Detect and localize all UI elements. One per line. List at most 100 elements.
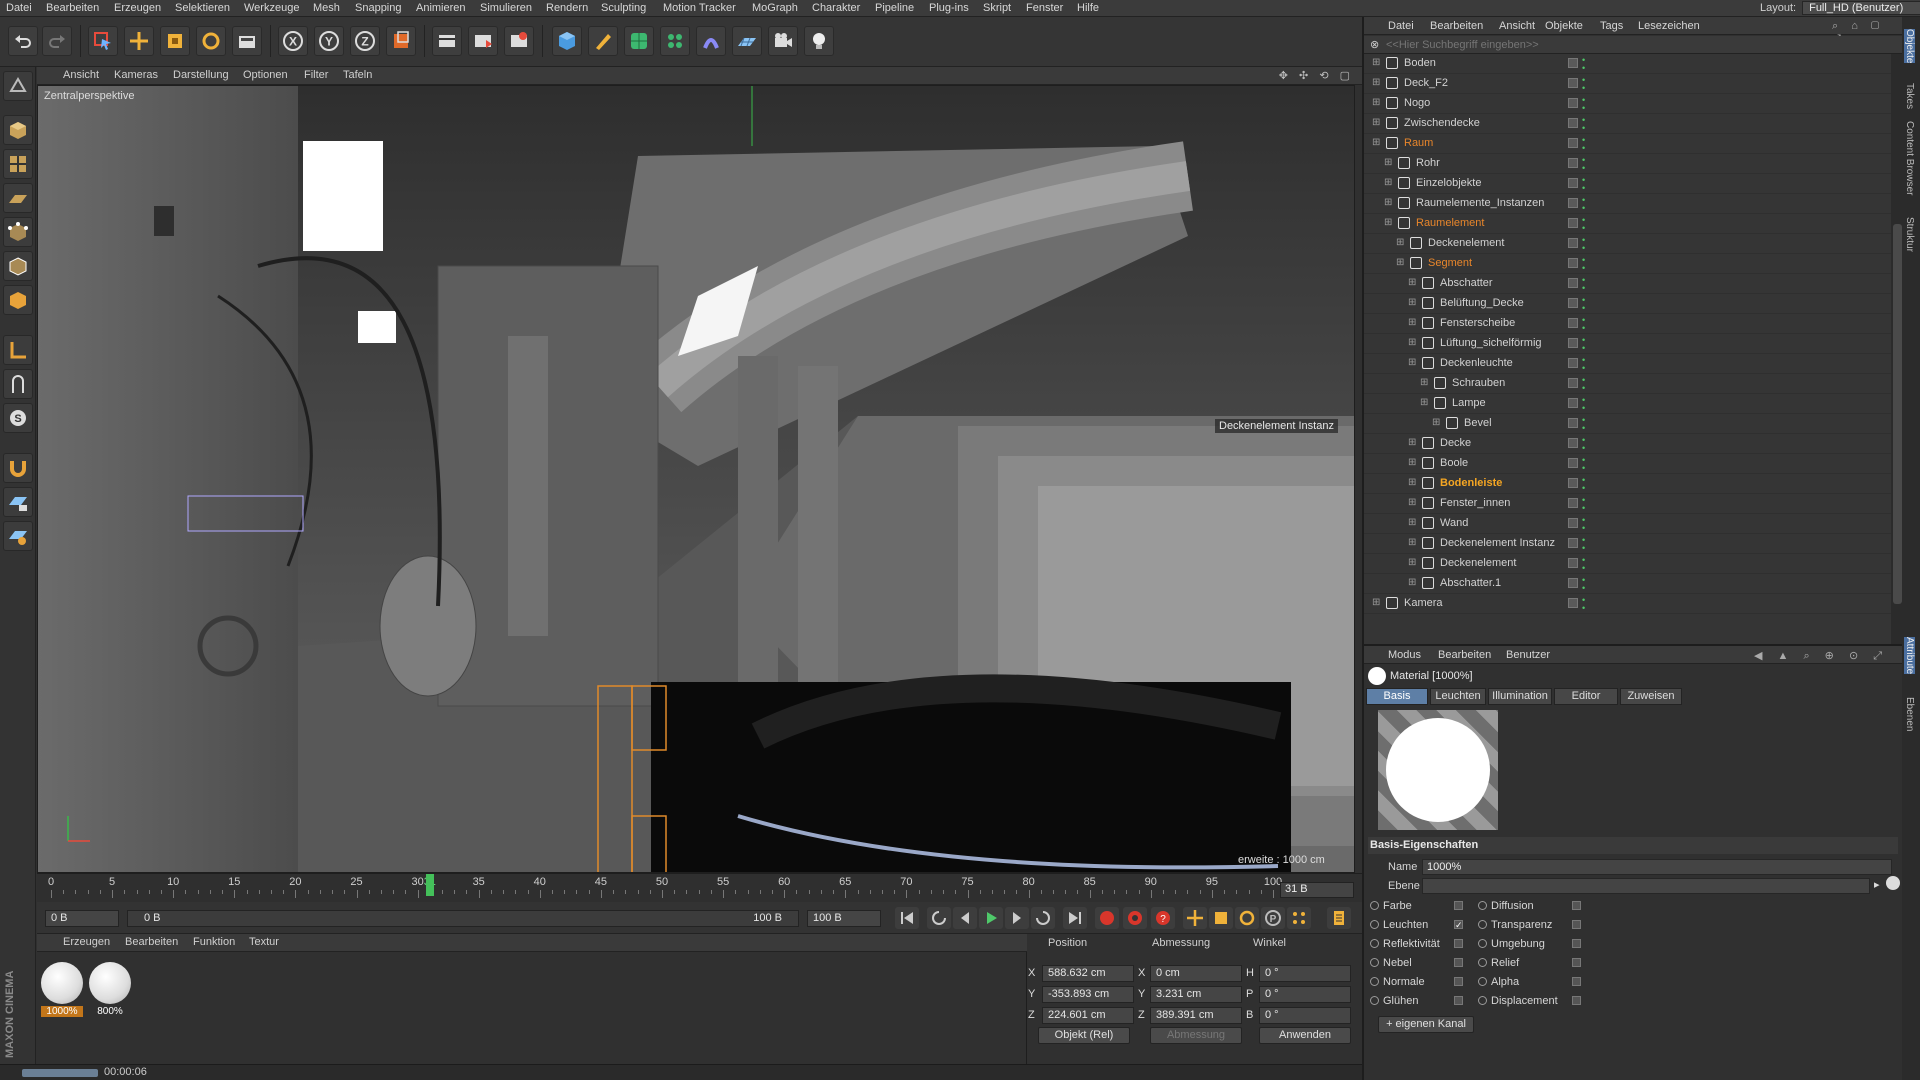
object-row[interactable]: ⊞ Decke • • xyxy=(1364,434,1891,454)
layout-selector[interactable]: Layout: Full_HD (Benutzer) xyxy=(1760,1,1920,15)
vp-menu-filter[interactable]: Filter xyxy=(304,69,328,81)
expand-toggle-icon[interactable]: ⊞ xyxy=(1408,437,1416,448)
object-row[interactable]: ⊞ Lampe • • xyxy=(1364,394,1891,414)
channel-normale[interactable]: Normale xyxy=(1370,976,1463,988)
start-frame-field[interactable]: 0 B xyxy=(45,910,119,927)
layout-value[interactable]: Full_HD (Benutzer) xyxy=(1802,1,1920,15)
layer-visibility-icon[interactable] xyxy=(1568,438,1578,448)
texture-mode-icon[interactable] xyxy=(3,149,33,179)
object-row[interactable]: ⊞ Schrauben • • xyxy=(1364,374,1891,394)
magnet-icon[interactable] xyxy=(3,453,33,483)
attr-nav-icons[interactable]: ◀ ▲ ⌕ ⊕ ⊙ ⤢ xyxy=(1754,649,1888,663)
object-row[interactable]: ⊞ Fensterscheibe • • xyxy=(1364,314,1891,334)
object-row[interactable]: ⊞ Bodenleiste • • xyxy=(1364,474,1891,494)
object-name[interactable]: Deckenleuchte xyxy=(1440,357,1513,369)
mat-menu-funktion[interactable]: Funktion xyxy=(193,936,235,948)
prev-key-icon[interactable] xyxy=(927,907,951,929)
menu-fenster[interactable]: Fenster xyxy=(1026,2,1063,14)
layer-visibility-icon[interactable] xyxy=(1568,78,1578,88)
expand-toggle-icon[interactable]: ⊞ xyxy=(1372,77,1380,88)
go-to-end-icon[interactable] xyxy=(1063,907,1087,929)
menu-skript[interactable]: Skript xyxy=(983,2,1011,14)
visibility-dots-icon[interactable]: • • xyxy=(1582,56,1585,73)
channel-displacement[interactable]: Displacement xyxy=(1478,995,1581,1007)
select-icon[interactable] xyxy=(88,26,118,56)
side-tab-takes[interactable]: Takes xyxy=(1904,83,1915,109)
visibility-dots-icon[interactable]: • • xyxy=(1582,556,1585,573)
object-row[interactable]: ⊞ Abschatter • • xyxy=(1364,274,1891,294)
layer-visibility-icon[interactable] xyxy=(1568,418,1578,428)
lock-workplane-icon[interactable] xyxy=(3,487,33,517)
object-name[interactable]: Raumelemente_Instanzen xyxy=(1416,197,1544,209)
layer-visibility-icon[interactable] xyxy=(1568,498,1578,508)
visibility-dots-icon[interactable]: • • xyxy=(1582,416,1585,433)
object-name[interactable]: Deckenelement xyxy=(1428,237,1504,249)
tab-basis[interactable]: Basis xyxy=(1366,688,1428,705)
expand-toggle-icon[interactable]: ⊞ xyxy=(1408,357,1416,368)
layer-visibility-icon[interactable] xyxy=(1568,138,1578,148)
tab-illumination[interactable]: Illumination xyxy=(1488,688,1552,705)
attr-menu-bearbeiten[interactable]: Bearbeiten xyxy=(1438,649,1491,661)
layer-visibility-icon[interactable] xyxy=(1568,558,1578,568)
material-swatch[interactable] xyxy=(41,962,83,1004)
layer-visibility-icon[interactable] xyxy=(1568,458,1578,468)
attr-menu-modus[interactable]: Modus xyxy=(1388,649,1421,661)
object-name[interactable]: Einzelobjekte xyxy=(1416,177,1481,189)
object-name[interactable]: Fenster_innen xyxy=(1440,497,1510,509)
render-picture-icon[interactable] xyxy=(504,26,534,56)
current-frame-field[interactable]: 31 B xyxy=(1280,882,1354,898)
expand-toggle-icon[interactable]: ⊞ xyxy=(1408,497,1416,508)
visibility-dots-icon[interactable]: • • xyxy=(1582,376,1585,393)
edges-mode-icon[interactable] xyxy=(3,251,33,281)
rotation-b-field[interactable]: 0 ° xyxy=(1259,1007,1351,1024)
object-row[interactable]: ⊞ Raum • • xyxy=(1364,134,1891,154)
size-z-field[interactable]: 389.391 cm xyxy=(1150,1007,1242,1024)
menu-werkzeuge[interactable]: Werkzeuge xyxy=(244,2,299,14)
object-name[interactable]: Bevel xyxy=(1464,417,1492,429)
render-view-icon[interactable] xyxy=(468,26,498,56)
material-swatch[interactable] xyxy=(89,962,131,1004)
object-name[interactable]: Raumelement xyxy=(1416,217,1484,229)
object-name[interactable]: Abschatter.1 xyxy=(1440,577,1501,589)
object-row[interactable]: ⊞ Fenster_innen • • xyxy=(1364,494,1891,514)
object-row[interactable]: ⊞ Raumelemente_Instanzen • • xyxy=(1364,194,1891,214)
expand-toggle-icon[interactable]: ⊞ xyxy=(1408,457,1416,468)
object-row[interactable]: ⊞ Raumelement • • xyxy=(1364,214,1891,234)
object-name[interactable]: Abschatter xyxy=(1440,277,1493,289)
side-tab-struktur[interactable]: Struktur xyxy=(1904,217,1915,252)
layer-visibility-icon[interactable] xyxy=(1568,398,1578,408)
menu-pipeline[interactable]: Pipeline xyxy=(875,2,914,14)
object-row[interactable]: ⊞ Deck_F2 • • xyxy=(1364,74,1891,94)
pen-icon[interactable] xyxy=(588,26,618,56)
layer-visibility-icon[interactable] xyxy=(1568,378,1578,388)
play-icon[interactable] xyxy=(979,907,1003,929)
expand-toggle-icon[interactable]: ⊞ xyxy=(1384,217,1392,228)
z-axis-icon[interactable]: Z xyxy=(350,26,380,56)
timeline-playhead[interactable] xyxy=(425,874,434,896)
light-icon[interactable] xyxy=(804,26,834,56)
menu-hilfe[interactable]: Hilfe xyxy=(1077,2,1099,14)
object-name[interactable]: Deckenelement xyxy=(1440,557,1516,569)
scale-icon[interactable] xyxy=(160,26,190,56)
visibility-dots-icon[interactable]: • • xyxy=(1582,116,1585,133)
timeline-window-icon[interactable] xyxy=(1327,907,1351,929)
tab-zuweisen[interactable]: Zuweisen xyxy=(1620,688,1682,705)
object-row[interactable]: ⊞ Segment • • xyxy=(1364,254,1891,274)
visibility-dots-icon[interactable]: • • xyxy=(1582,396,1585,413)
layer-visibility-icon[interactable] xyxy=(1568,98,1578,108)
object-tree[interactable]: ⊞ Boden • • ⊞ Deck_F2 • • ⊞ Nogo • • ⊞ Zwischendecke •… xyxy=(1364,54,1891,644)
object-name[interactable]: Wand xyxy=(1440,517,1468,529)
size-y-field[interactable]: 3.231 cm xyxy=(1150,986,1242,1003)
x-axis-icon[interactable]: X xyxy=(278,26,308,56)
object-name[interactable]: Belüftung_Decke xyxy=(1440,297,1524,309)
menu-rendern[interactable]: Rendern xyxy=(546,2,588,14)
expand-toggle-icon[interactable]: ⊞ xyxy=(1408,517,1416,528)
snap-icon[interactable]: S xyxy=(3,403,33,433)
channel-reflektivitaet[interactable]: Reflektivität xyxy=(1370,938,1463,950)
render-region-icon[interactable] xyxy=(432,26,462,56)
menu-sculpting[interactable]: Sculpting xyxy=(601,2,646,14)
expand-toggle-icon[interactable]: ⊞ xyxy=(1384,157,1392,168)
key-scale-icon[interactable] xyxy=(1209,907,1233,929)
menu-datei[interactable]: Datei xyxy=(6,2,32,14)
make-editable-icon[interactable] xyxy=(3,71,33,101)
